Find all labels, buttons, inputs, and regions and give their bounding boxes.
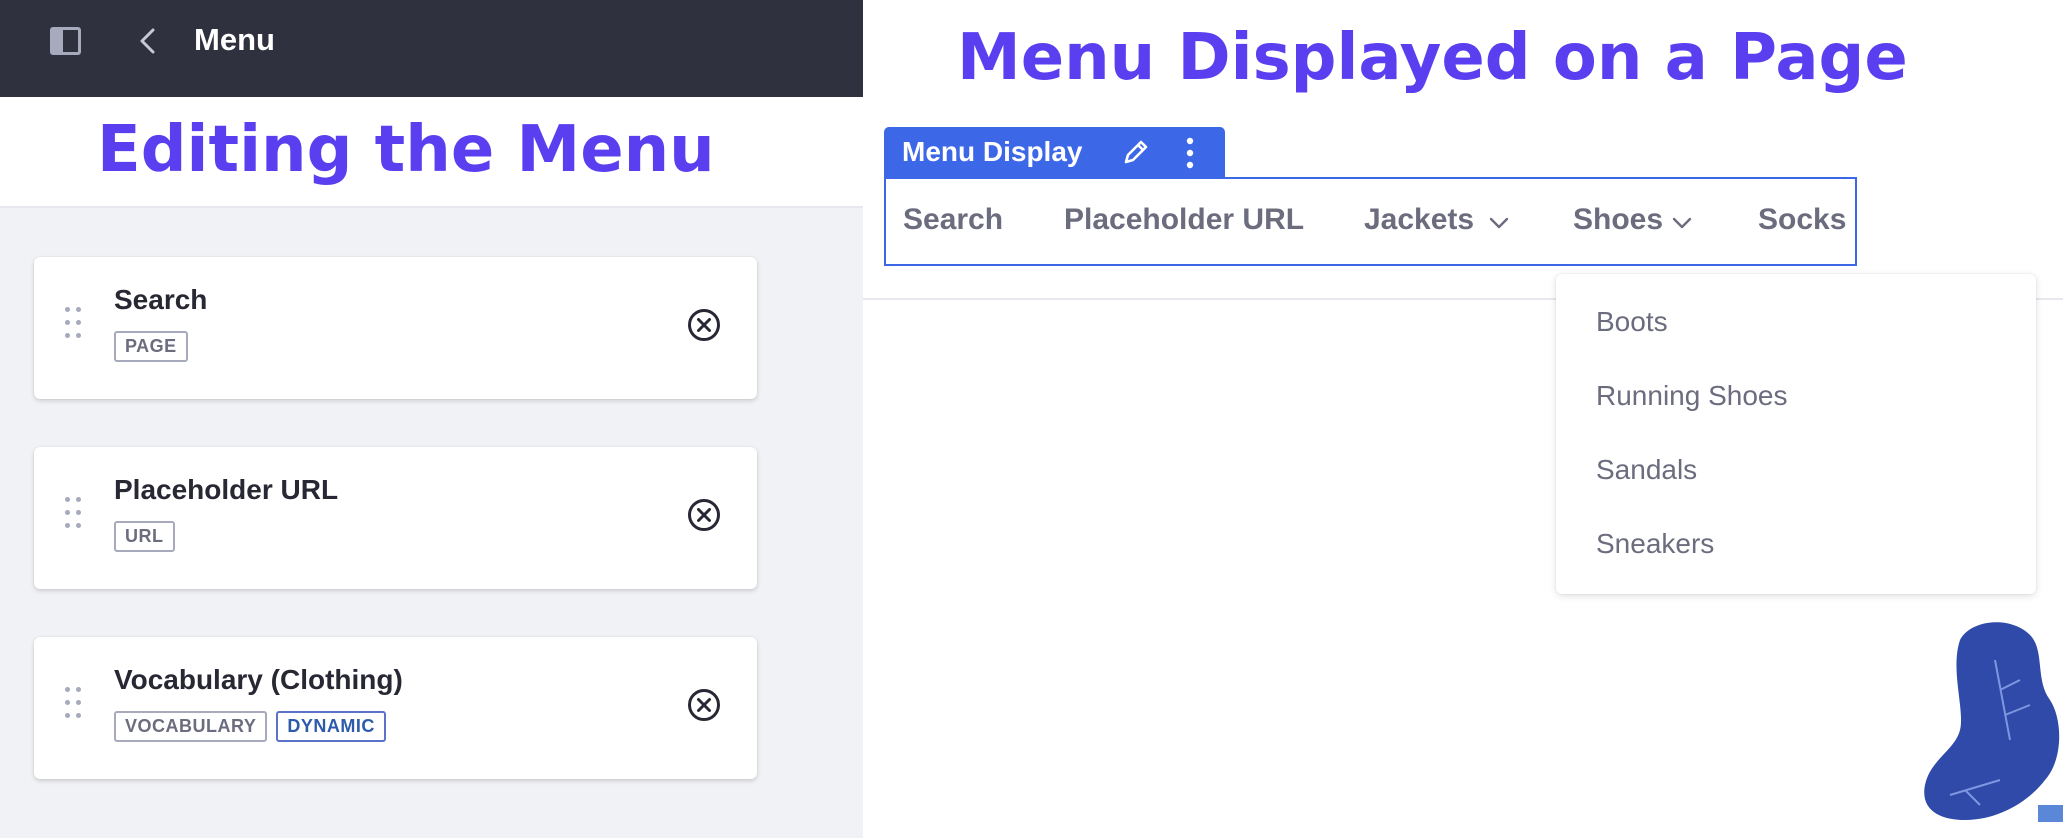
menu-item-title: Placeholder URL: [114, 474, 339, 505]
sidebar-panel-icon[interactable]: [50, 27, 81, 55]
editor-topbar: Menu: [0, 0, 863, 97]
topbar-title: Menu: [194, 22, 275, 57]
type-badge: URL: [114, 521, 175, 552]
menu-item-title: Search: [114, 284, 208, 315]
ellipsis-v-icon[interactable]: [1180, 136, 1200, 170]
nav-item-placeholder-url[interactable]: Placeholder URL: [1064, 203, 1304, 237]
menu-item-tags: PAGE: [114, 331, 188, 362]
times-circle-icon[interactable]: [687, 688, 721, 722]
type-badge: VOCABULARY: [114, 711, 268, 742]
menu-item-card[interactable]: Vocabulary (Clothing) VOCABULARY DYNAMIC: [34, 637, 757, 779]
menu-item-tags: VOCABULARY DYNAMIC: [114, 711, 386, 742]
drag-handle-icon[interactable]: [65, 687, 85, 721]
menu-item-tags: URL: [114, 521, 175, 552]
editing-heading: Editing the Menu: [97, 113, 715, 187]
fragment-toolbar[interactable]: Menu Display: [884, 127, 1225, 178]
nav-item-search[interactable]: Search: [903, 203, 1003, 237]
type-badge: PAGE: [114, 331, 188, 362]
shoes-dropdown-menu: Boots Running Shoes Sandals Sneakers: [1556, 274, 2036, 594]
pencil-icon[interactable]: [1120, 136, 1152, 168]
chevron-down-icon[interactable]: [1489, 216, 1509, 230]
times-circle-icon[interactable]: [687, 308, 721, 342]
navigation-menu: Search Placeholder URL Jackets Shoes Soc…: [884, 177, 1857, 266]
chevron-left-icon[interactable]: [135, 27, 163, 55]
fragment-name: Menu Display: [902, 136, 1083, 167]
drag-handle-icon[interactable]: [65, 497, 85, 531]
dropdown-item[interactable]: Sneakers: [1596, 528, 1714, 560]
menu-editor-panel: Menu Editing the Menu Search PAGE Placeh…: [0, 0, 863, 838]
plant-illustration: [1924, 622, 2063, 822]
nav-item-shoes[interactable]: Shoes: [1573, 203, 1663, 237]
dropdown-item[interactable]: Boots: [1596, 306, 1668, 338]
chevron-down-icon[interactable]: [1672, 216, 1692, 230]
dynamic-badge: DYNAMIC: [276, 711, 386, 742]
times-circle-icon[interactable]: [687, 498, 721, 532]
menu-item-card[interactable]: Placeholder URL URL: [34, 447, 757, 589]
nav-item-jackets[interactable]: Jackets: [1364, 203, 1474, 237]
dropdown-item[interactable]: Sandals: [1596, 454, 1697, 486]
drag-handle-icon[interactable]: [65, 307, 85, 341]
menu-item-card[interactable]: Search PAGE: [34, 257, 757, 399]
nav-item-socks[interactable]: Socks: [1758, 203, 1846, 237]
display-heading: Menu Displayed on a Page: [957, 21, 1908, 95]
dropdown-item[interactable]: Running Shoes: [1596, 380, 1787, 412]
menu-item-title: Vocabulary (Clothing): [114, 664, 403, 695]
